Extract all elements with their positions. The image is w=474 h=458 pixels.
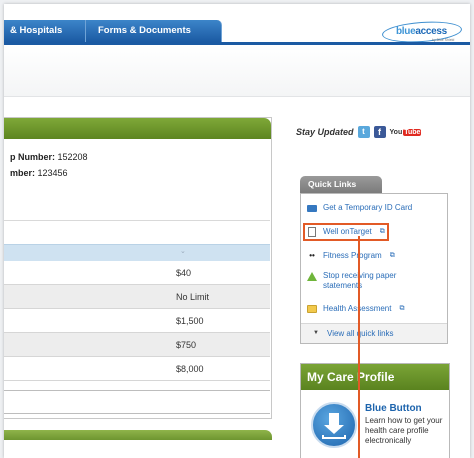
id-card-icon (307, 204, 317, 212)
sort-chevron-icon: ⌄ (180, 248, 186, 255)
blue-button-description: Learn how to get your health care profil… (365, 416, 443, 445)
member-panel: p Number: 152208 mber: 123456 ⌄ $40 No L… (4, 117, 272, 419)
benefits-table-header: ⌄ (4, 244, 270, 261)
quick-link-fitness-program[interactable]: •• Fitness Program ⧉ (307, 251, 395, 261)
tab-doctors-hospitals[interactable]: & Hospitals (4, 20, 86, 42)
care-profile-title: My Care Profile (301, 364, 449, 390)
quick-link-health-assessment[interactable]: Health Assessment ⧉ (307, 304, 404, 314)
care-profile-box: My Care Profile Blue Button Learn how to… (300, 363, 450, 458)
blueaccess-logo[interactable]: blueaccess by Blue Shield (381, 19, 463, 45)
external-link-icon: ⧉ (399, 305, 405, 312)
view-all-quick-links[interactable]: ▼ View all quick links (301, 323, 447, 343)
panel-divider (4, 220, 270, 221)
table-footer-line (4, 390, 270, 391)
top-navigation: & Hospitals Forms & Documents (4, 20, 222, 42)
member-panel-header (4, 118, 271, 139)
table-row: $8,000 (4, 357, 270, 381)
logo-wordmark: blueaccess (396, 26, 447, 37)
triangle-down-icon: ▼ (313, 330, 319, 336)
tree-icon (307, 271, 317, 281)
group-number-line: p Number: 152208 (10, 152, 88, 162)
stay-updated: Stay Updated t f You Tube (296, 126, 422, 138)
quick-link-paperless[interactable]: Stop receiving paper statements (307, 271, 433, 291)
table-row: $40 (4, 261, 270, 285)
weights-icon: •• (309, 251, 315, 260)
stay-updated-label: Stay Updated (296, 127, 354, 137)
quick-link-well-ontarget[interactable]: Well onTarget ⧉ (303, 223, 389, 241)
table-row: No Limit (4, 285, 270, 309)
page: & Hospitals Forms & Documents blueaccess… (4, 4, 470, 458)
youtube-icon[interactable]: You Tube (390, 126, 422, 138)
facebook-icon[interactable]: f (373, 126, 386, 138)
external-link-icon: ⧉ (379, 228, 385, 235)
download-icon[interactable] (311, 402, 357, 448)
table-footer-line (4, 413, 270, 414)
member-number-line: mber: 123456 (10, 168, 68, 178)
annotation-line (358, 236, 360, 458)
external-link-icon: ⧉ (389, 252, 395, 259)
next-panel-header (4, 430, 272, 440)
sub-header-bar (4, 45, 470, 97)
folder-icon (307, 305, 317, 313)
tab-forms-documents[interactable]: Forms & Documents (86, 20, 222, 42)
quick-links-tab: Quick Links (300, 176, 382, 193)
twitter-icon[interactable]: t (357, 126, 370, 138)
member-info: p Number: 152208 mber: 123456 (4, 139, 271, 181)
quick-links-box: Get a Temporary ID Card Well onTarget ⧉ •… (300, 193, 448, 344)
table-row: $1,500 (4, 309, 270, 333)
quick-link-temporary-id-card[interactable]: Get a Temporary ID Card (307, 203, 412, 213)
blue-button-link[interactable]: Blue Button (365, 403, 422, 414)
document-icon (308, 227, 316, 237)
benefits-table: $40 No Limit $1,500 $750 $8,000 (4, 261, 270, 381)
table-row: $750 (4, 333, 270, 357)
